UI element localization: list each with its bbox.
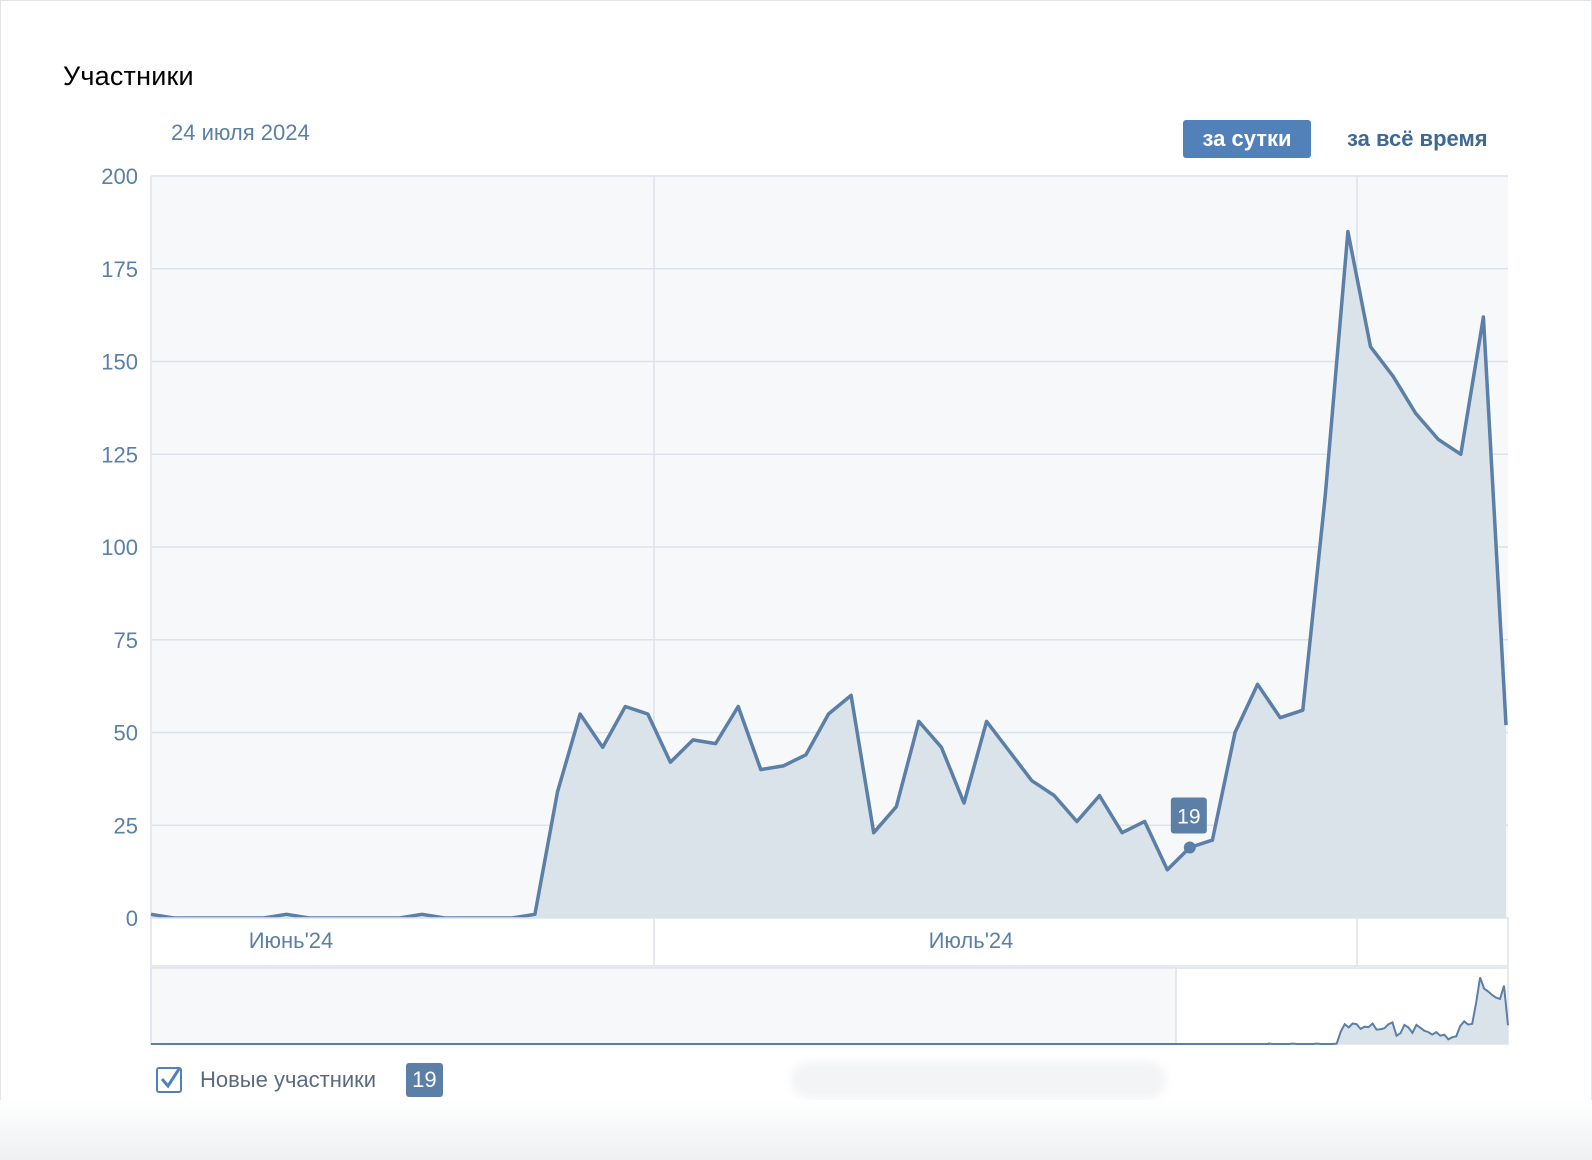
legend: Новые участники 19: [156, 1061, 443, 1099]
y-tick-label: 50: [114, 721, 138, 746]
x-tick-label: Июнь'24: [249, 928, 334, 953]
y-tick-label: 25: [114, 813, 138, 838]
checkmark-icon: [160, 1068, 181, 1089]
range-navigator[interactable]: [150, 967, 1509, 1045]
chart[interactable]: 0 25 50 75 100 125 150 175 200 Июнь'24 Июль'24 19: [1, 1, 1592, 1101]
x-axis-band: [150, 917, 1509, 967]
blurred-region: [791, 1061, 1166, 1099]
legend-value-badge: 19: [406, 1063, 443, 1097]
members-chart-card: Участники 24 июля 2024 за сутки за всё в…: [0, 0, 1592, 1140]
x-tick-label: Июль'24: [929, 928, 1014, 953]
tooltip-value: 19: [1177, 806, 1200, 829]
y-tick-label: 75: [114, 628, 138, 653]
legend-label: Новые участники: [200, 1067, 377, 1092]
y-tick-label: 125: [101, 442, 138, 467]
y-tick-label: 200: [101, 164, 138, 189]
navigator-mask: [150, 967, 1177, 1045]
y-tick-label: 0: [126, 906, 138, 931]
legend-checkbox[interactable]: [156, 1067, 182, 1093]
footer-shade: [0, 1100, 1592, 1160]
y-tick-label: 175: [101, 257, 138, 282]
tooltip-point: [1183, 841, 1196, 854]
y-tick-label: 150: [101, 350, 138, 375]
y-tick-label: 100: [101, 535, 138, 560]
y-axis: 0 25 50 75 100 125 150 175 200: [101, 164, 138, 931]
